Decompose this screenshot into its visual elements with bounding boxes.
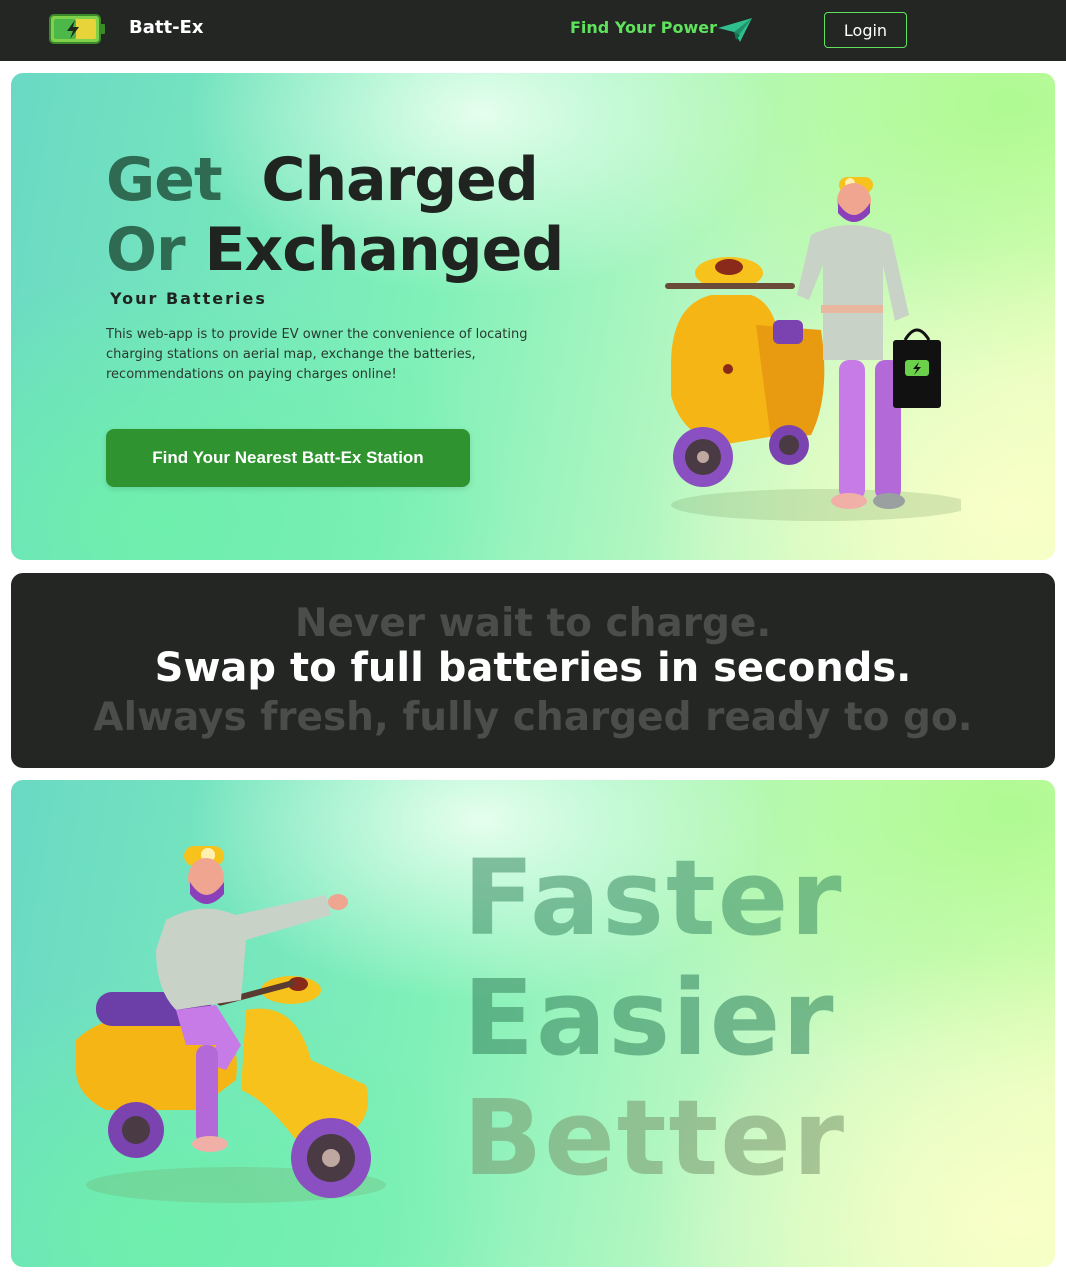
features-section: Faster Easier Better xyxy=(11,780,1055,1267)
hero-title: Get Charged Or Exchanged xyxy=(106,145,565,285)
swap-message-band: Never wait to charge. Swap to full batte… xyxy=(11,573,1055,768)
band-line-never-wait: Never wait to charge. xyxy=(294,601,772,646)
find-your-power-link[interactable]: Find Your Power xyxy=(570,18,717,37)
hero-description: This web-app is to provide EV owner the … xyxy=(106,327,528,382)
man-riding-scooter-illustration xyxy=(76,846,386,1203)
man-with-scooter-illustration xyxy=(665,177,961,521)
band-line-swap: Swap to full batteries in seconds. xyxy=(154,645,912,691)
top-navbar: Batt-Ex Find Your Power Login xyxy=(0,0,1066,61)
feature-word-faster: Faster xyxy=(463,837,844,959)
feature-word-easier: Easier xyxy=(463,957,836,1079)
hero-section: Get Charged Or Exchanged Your Batteries … xyxy=(11,73,1055,560)
feature-word-better: Better xyxy=(463,1077,847,1199)
login-button[interactable]: Login xyxy=(824,12,907,48)
hero-title-get: Get xyxy=(106,145,223,215)
hero-title-or: Or xyxy=(106,215,186,285)
battery-charging-icon[interactable] xyxy=(48,12,108,46)
band-line-always-fresh: Always fresh, fully charged ready to go. xyxy=(93,695,973,740)
hero-title-exchanged: Exchanged xyxy=(204,215,565,285)
hero-title-charged: Charged xyxy=(261,145,538,215)
paper-plane-icon[interactable] xyxy=(716,16,754,44)
brand-name[interactable]: Batt-Ex xyxy=(129,17,203,38)
hero-subtitle: Your Batteries xyxy=(110,289,267,308)
find-station-button[interactable]: Find Your Nearest Batt-Ex Station xyxy=(106,429,470,487)
